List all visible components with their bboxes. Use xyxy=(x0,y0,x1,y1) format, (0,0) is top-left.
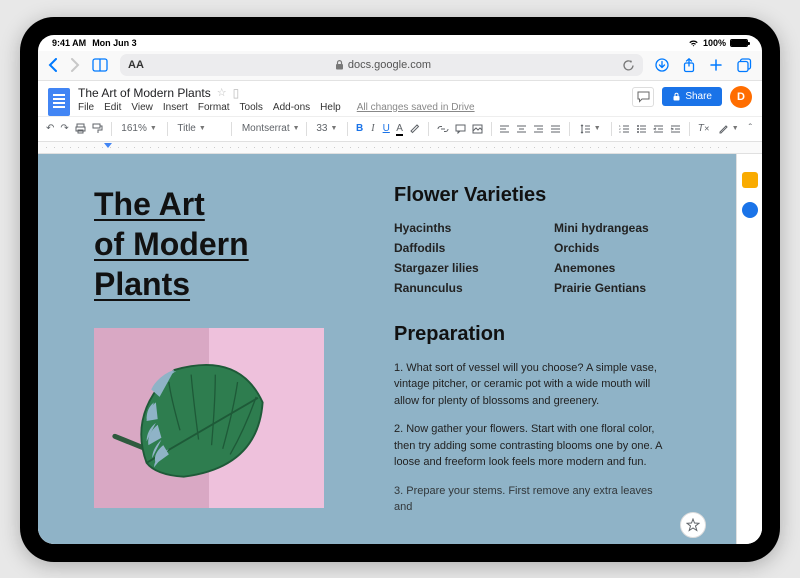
indent-increase-button[interactable] xyxy=(670,124,681,134)
list-item: Prairie Gentians xyxy=(554,281,696,295)
tabs-button[interactable] xyxy=(737,58,752,73)
bold-button[interactable]: B xyxy=(356,123,363,134)
image-button[interactable] xyxy=(472,124,483,134)
menu-edit[interactable]: Edit xyxy=(104,102,121,113)
link-button[interactable] xyxy=(437,124,449,134)
comment-button[interactable] xyxy=(455,124,466,134)
ruler-indent-marker[interactable] xyxy=(104,143,112,148)
wifi-icon xyxy=(688,39,699,47)
editing-mode-button[interactable]: ▼ xyxy=(716,123,741,134)
battery-icon xyxy=(730,39,748,47)
list-item: Mini hydrangeas xyxy=(554,221,696,235)
paragraph: 1. What sort of vessel will you choose? … xyxy=(394,360,664,410)
screen: 9:41 AM Mon Jun 3 100% AA docs.google.co… xyxy=(38,35,762,544)
underline-button[interactable]: U xyxy=(383,123,390,134)
menu-addons[interactable]: Add-ons xyxy=(273,102,310,113)
hide-menus-button[interactable]: ˆ xyxy=(747,123,754,134)
tasks-sidebar-button[interactable] xyxy=(742,202,758,218)
url-bar[interactable]: AA docs.google.com xyxy=(120,54,643,76)
url-text: docs.google.com xyxy=(348,59,431,71)
redo-button[interactable]: ↷ xyxy=(60,123,68,134)
zoom-select[interactable]: 161%▼ xyxy=(119,123,159,134)
docs-logo-icon[interactable] xyxy=(48,88,70,116)
menu-format[interactable]: Format xyxy=(198,102,230,113)
status-bar: 9:41 AM Mon Jun 3 100% xyxy=(38,35,762,51)
clear-formatting-button[interactable]: T✕ xyxy=(698,123,710,134)
comment-history-button[interactable] xyxy=(632,87,654,107)
docs-header: The Art of Modern Plants ☆ ▯ File Edit V… xyxy=(38,81,762,116)
preparation-text[interactable]: 1. What sort of vessel will you choose? … xyxy=(394,360,696,516)
paragraph: 3. Prepare your stems. First remove any … xyxy=(394,483,664,516)
align-justify-button[interactable] xyxy=(550,124,561,134)
document-area: The Art of Modern Plants xyxy=(38,154,762,544)
paragraph: 2. Now gather your flowers. Start with o… xyxy=(394,421,664,471)
print-button[interactable] xyxy=(75,123,86,134)
document-image[interactable] xyxy=(94,328,324,508)
align-center-button[interactable] xyxy=(516,124,527,134)
highlight-button[interactable] xyxy=(409,123,420,134)
italic-button[interactable]: I xyxy=(369,123,376,134)
line-spacing-button[interactable]: ▼ xyxy=(578,124,603,134)
heading-preparation[interactable]: Preparation xyxy=(394,323,696,346)
ipad-device-frame: 9:41 AM Mon Jun 3 100% AA docs.google.co… xyxy=(20,17,780,562)
ruler[interactable] xyxy=(38,142,762,154)
menu-file[interactable]: File xyxy=(78,102,94,113)
move-folder-button[interactable]: ▯ xyxy=(233,86,240,100)
docs-toolbar: ↶ ↷ 161%▼ Title▼ Montserrat▼ 33▼ B I U A xyxy=(38,116,762,142)
menu-view[interactable]: View xyxy=(131,102,153,113)
share-button[interactable] xyxy=(683,58,695,73)
font-select[interactable]: Montserrat▼ xyxy=(240,123,298,134)
align-left-button[interactable] xyxy=(499,124,510,134)
back-button[interactable] xyxy=(48,58,58,72)
list-item: Stargazer lilies xyxy=(394,261,536,275)
list-item: Hyacinths xyxy=(394,221,536,235)
star-button[interactable]: ☆ xyxy=(217,86,227,99)
status-time: 9:41 AM xyxy=(52,38,86,48)
numbered-list-button[interactable]: 123 xyxy=(619,124,630,134)
undo-button[interactable]: ↶ xyxy=(46,123,54,134)
menu-bar: File Edit View Insert Format Tools Add-o… xyxy=(78,102,475,113)
document-title[interactable]: The Art of Modern Plants xyxy=(78,86,211,100)
battery-percent: 100% xyxy=(703,38,726,48)
indent-decrease-button[interactable] xyxy=(653,124,664,134)
reload-button[interactable] xyxy=(622,59,635,72)
menu-help[interactable]: Help xyxy=(320,102,341,113)
text-size-button[interactable]: AA xyxy=(128,59,144,71)
explore-button[interactable] xyxy=(680,512,706,538)
download-button[interactable] xyxy=(655,58,669,72)
svg-text:3: 3 xyxy=(619,130,621,134)
varieties-list[interactable]: Hyacinths Mini hydrangeas Daffodils Orch… xyxy=(394,221,696,295)
align-right-button[interactable] xyxy=(533,124,544,134)
forward-button[interactable] xyxy=(70,58,80,72)
lock-icon xyxy=(672,92,681,101)
list-item: Orchids xyxy=(554,241,696,255)
keep-sidebar-button[interactable] xyxy=(742,172,758,188)
safari-toolbar: AA docs.google.com xyxy=(38,51,762,81)
bookmarks-button[interactable] xyxy=(92,58,108,72)
style-select[interactable]: Title▼ xyxy=(175,123,223,134)
side-panel xyxy=(736,154,762,544)
save-status[interactable]: All changes saved in Drive xyxy=(357,102,475,113)
account-avatar[interactable]: D xyxy=(730,86,752,108)
paint-format-button[interactable] xyxy=(92,123,103,134)
heading-flower-varieties[interactable]: Flower Varieties xyxy=(394,184,696,207)
list-item: Anemones xyxy=(554,261,696,275)
lock-icon xyxy=(335,60,344,70)
document-page[interactable]: The Art of Modern Plants xyxy=(38,154,736,544)
share-document-button[interactable]: Share xyxy=(662,87,722,106)
leaf-illustration xyxy=(118,356,268,486)
menu-tools[interactable]: Tools xyxy=(240,102,263,113)
status-date: Mon Jun 3 xyxy=(92,38,137,48)
font-size-select[interactable]: 33▼ xyxy=(314,123,339,134)
list-item: Daffodils xyxy=(394,241,536,255)
page-title[interactable]: The Art of Modern Plants xyxy=(94,184,354,304)
new-tab-button[interactable] xyxy=(709,58,723,72)
text-color-button[interactable]: A xyxy=(396,123,403,134)
bulleted-list-button[interactable] xyxy=(636,124,647,134)
share-label: Share xyxy=(685,91,712,102)
menu-insert[interactable]: Insert xyxy=(163,102,188,113)
list-item: Ranunculus xyxy=(394,281,536,295)
